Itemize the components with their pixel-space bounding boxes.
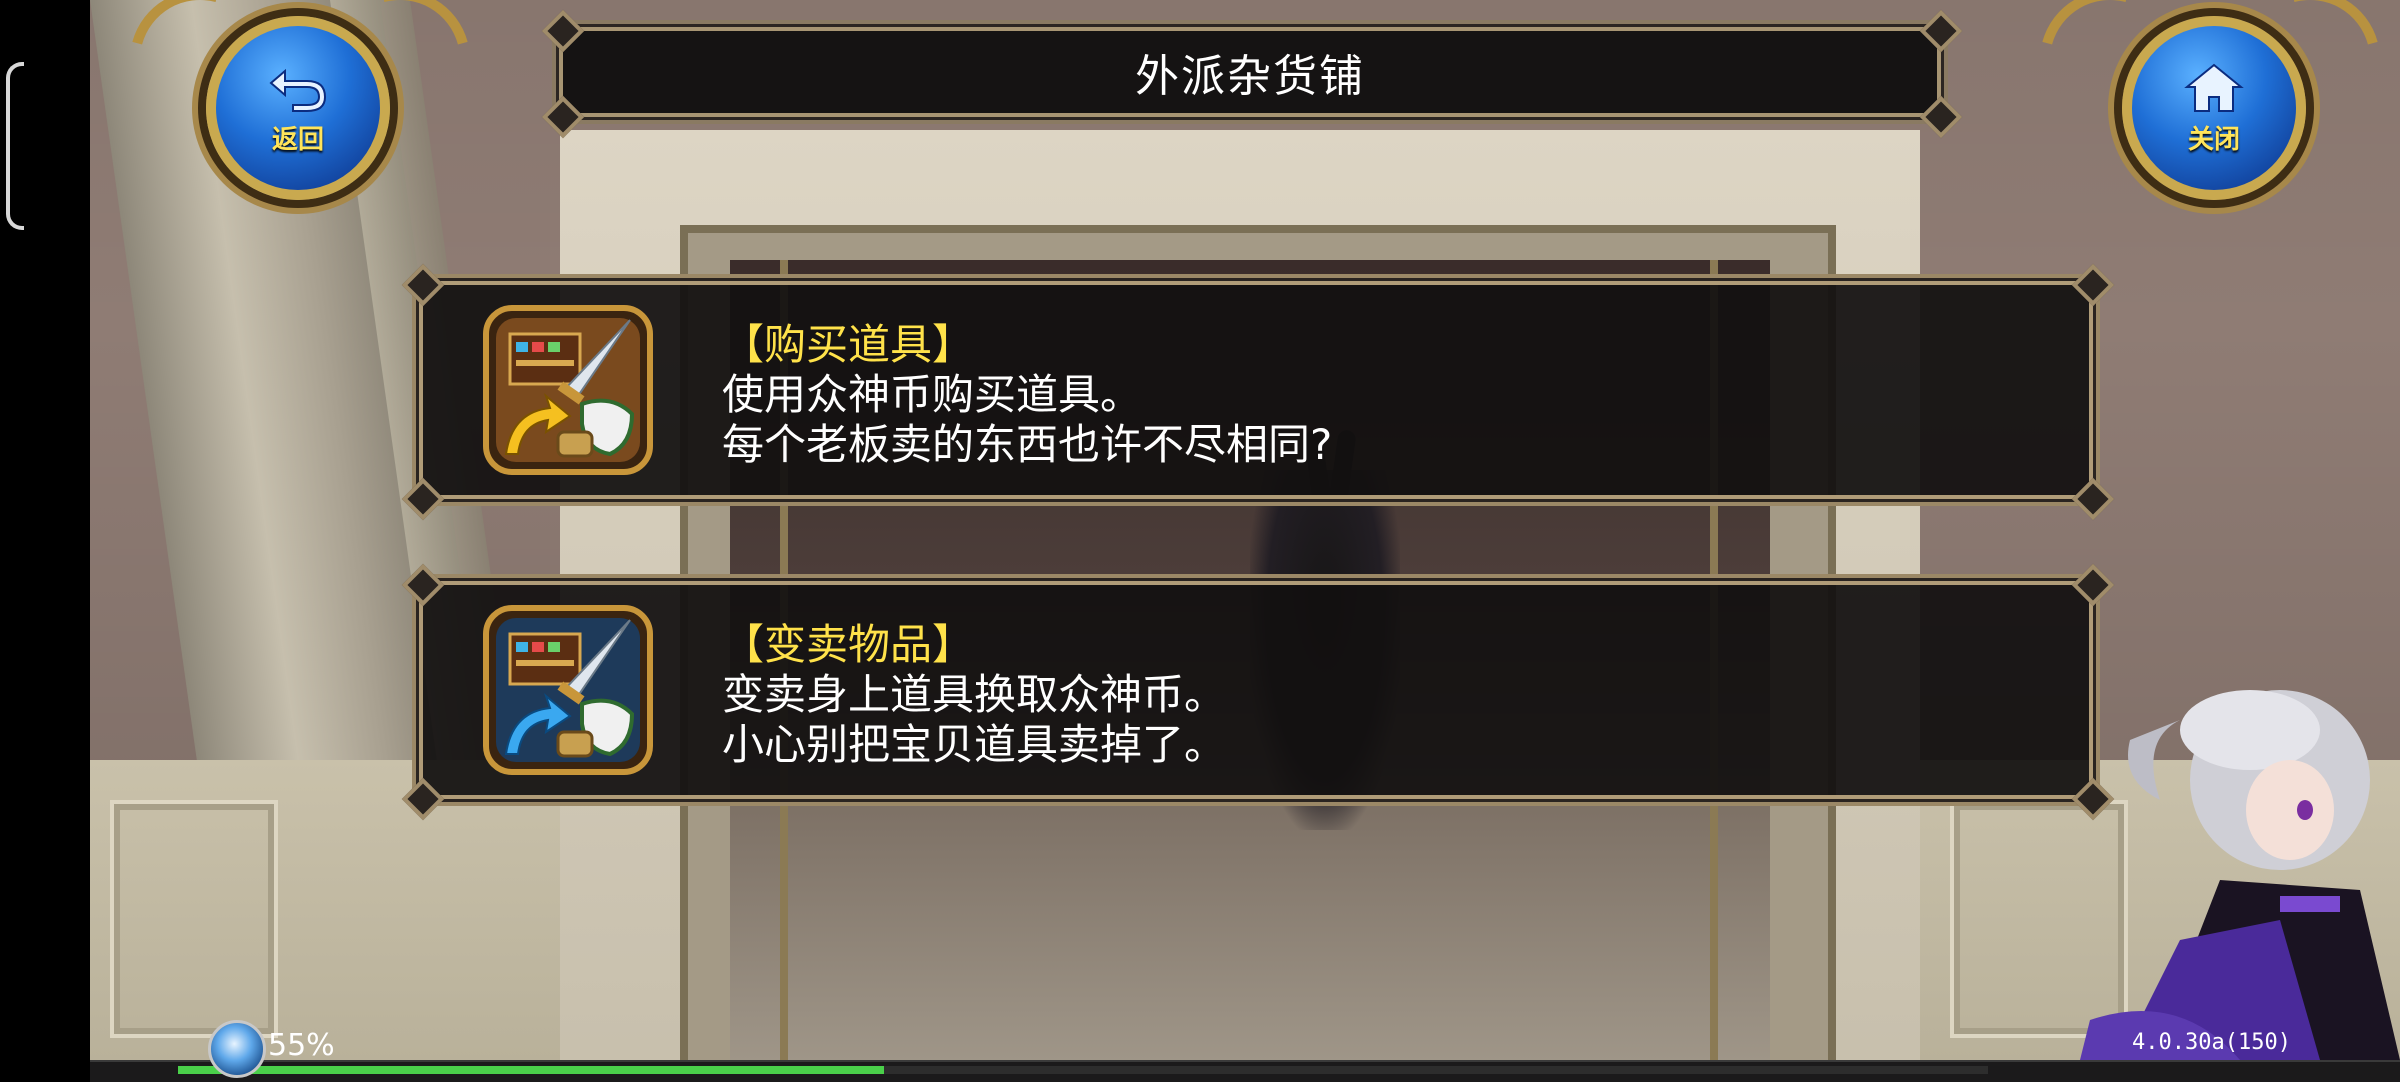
back-button-label: 返回: [271, 124, 324, 155]
sell-items-desc-line-2: 小心别把宝贝道具卖掉了。: [722, 720, 1227, 769]
frame-corner: [1916, 6, 1962, 52]
sell-items-desc-line-1: 变卖身上道具换取众神币。: [722, 670, 1227, 719]
shop-title-bar: 外派杂货铺: [552, 20, 1948, 124]
frame-corner: [398, 260, 444, 306]
frame-corner: [398, 474, 444, 520]
home-icon: [2184, 63, 2244, 112]
frame-corner: [2068, 260, 2114, 306]
battery-orb-icon: [208, 1020, 266, 1078]
page-title: 外派杂货铺: [1135, 51, 1365, 102]
frame-corner: [1916, 92, 1962, 138]
progress-fill: [178, 1066, 884, 1074]
frame-corner: [538, 92, 584, 138]
frame-corner: [398, 560, 444, 606]
buy-items-desc-line-2: 每个老板卖的东西也许不尽相同?: [722, 420, 1333, 469]
npc-character: [2080, 690, 2400, 1060]
buy-items-desc-line-1: 使用众神币购买道具。: [722, 370, 1143, 419]
left-bezel: [0, 0, 90, 1080]
back-button[interactable]: 返回: [206, 16, 390, 200]
sell-items-title: 【变卖物品】: [722, 620, 975, 669]
battery-percent: 55%: [268, 1028, 335, 1063]
close-button[interactable]: 关闭: [2122, 16, 2306, 200]
version-label: 4.0.30a(150): [2132, 1030, 2291, 1055]
frame-corner: [538, 6, 584, 52]
sell-items-icon: [483, 605, 653, 775]
frame-corner: [2068, 560, 2114, 606]
progress-track: [178, 1066, 1988, 1074]
buy-items-option[interactable]: 【购买道具】 使用众神币购买道具。 每个老板卖的东西也许不尽相同?: [412, 274, 2100, 506]
buy-items-icon: [483, 305, 653, 475]
edge-handle: [6, 62, 24, 230]
close-button-label: 关闭: [2187, 124, 2240, 155]
back-arrow-icon: [269, 68, 327, 112]
frame-corner: [398, 774, 444, 820]
sell-items-option[interactable]: 【变卖物品】 变卖身上道具换取众神币。 小心别把宝贝道具卖掉了。: [412, 574, 2100, 806]
buy-items-title: 【购买道具】: [722, 320, 975, 369]
frame-corner: [2068, 474, 2114, 520]
